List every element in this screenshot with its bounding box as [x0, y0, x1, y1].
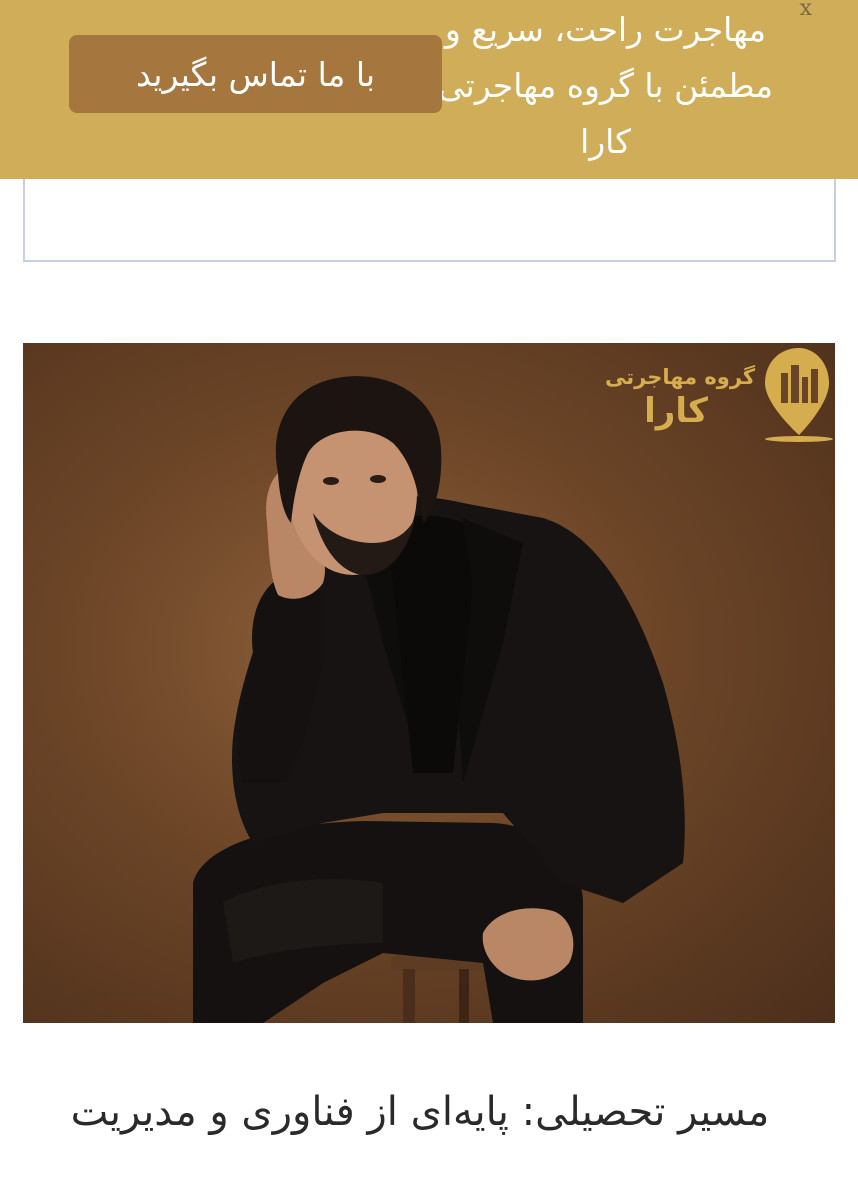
city-pin-icon: [765, 348, 833, 442]
logo-name: کارا: [644, 391, 708, 431]
logo-subtitle: گروه مهاجرتی: [605, 365, 756, 389]
hero-image: گروه مهاجرتی کارا: [23, 343, 835, 1023]
promo-message: مهاجرت راحت، سریع و مطمئن با گروه مهاجرت…: [438, 10, 773, 161]
close-icon[interactable]: x: [800, 0, 812, 21]
page: x مهاجرت راحت، سریع و مطمئن با گروه مهاج…: [0, 0, 858, 1200]
contact-us-button[interactable]: با ما تماس بگیرید: [69, 35, 442, 113]
promo-banner: x مهاجرت راحت، سریع و مطمئن با گروه مهاج…: [0, 0, 858, 179]
article-title: مسیر تحصیلی: پایه‌ای از فناوری و مدیریت: [70, 1089, 770, 1135]
man-portrait-illustration: [193, 348, 833, 1023]
